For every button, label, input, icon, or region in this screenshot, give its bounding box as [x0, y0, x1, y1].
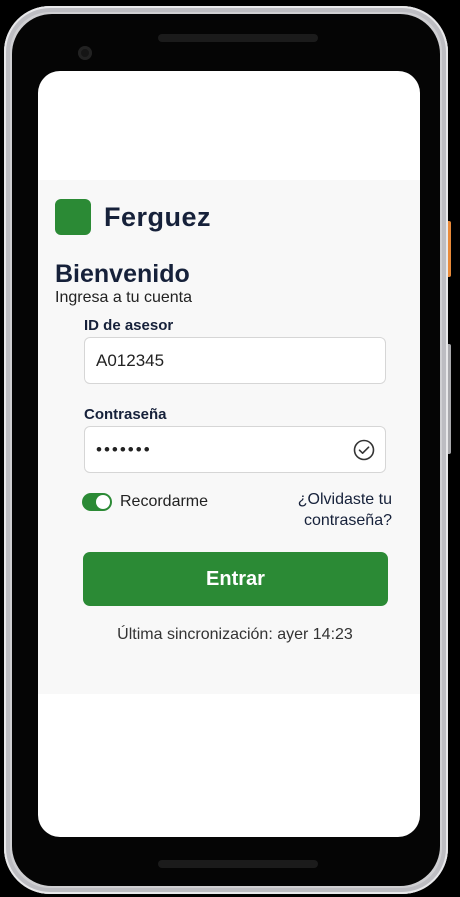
advisor-id-field[interactable] [84, 337, 386, 384]
check-circle-icon[interactable] [353, 439, 375, 461]
enter-button[interactable]: Entrar [83, 552, 388, 606]
top-speaker [158, 34, 318, 42]
volume-button [448, 344, 451, 454]
square-logo-icon [55, 199, 91, 235]
phone-frame: Ferguez Bienvenido Ingresa a tu cuenta I… [4, 6, 451, 894]
forgot-password-link[interactable]: ¿Olvidaste tu contraseña? [262, 489, 392, 531]
toggle-knob [96, 495, 110, 509]
password-label: Contraseña [84, 406, 167, 423]
remember-me[interactable]: Recordarme [82, 493, 208, 511]
login-panel: Ferguez Bienvenido Ingresa a tu cuenta I… [38, 180, 420, 694]
page-title: Bienvenido [55, 260, 190, 288]
password-input[interactable] [85, 427, 346, 472]
advisor-id-input[interactable] [85, 338, 346, 383]
brand-name: Ferguez [104, 201, 212, 232]
brand-header: Ferguez [55, 199, 211, 235]
remember-toggle[interactable] [82, 493, 112, 511]
page-subtitle: Ingresa a tu cuenta [55, 289, 192, 306]
app-screen: Ferguez Bienvenido Ingresa a tu cuenta I… [38, 71, 420, 837]
sync-status: Última sincronización: ayer 14:23 [117, 626, 353, 643]
remember-label: Recordarme [120, 493, 209, 510]
bottom-speaker [158, 860, 318, 868]
front-camera [78, 46, 92, 60]
password-field[interactable] [84, 426, 386, 473]
advisor-id-label: ID de asesor [84, 317, 174, 334]
power-button [448, 221, 451, 277]
